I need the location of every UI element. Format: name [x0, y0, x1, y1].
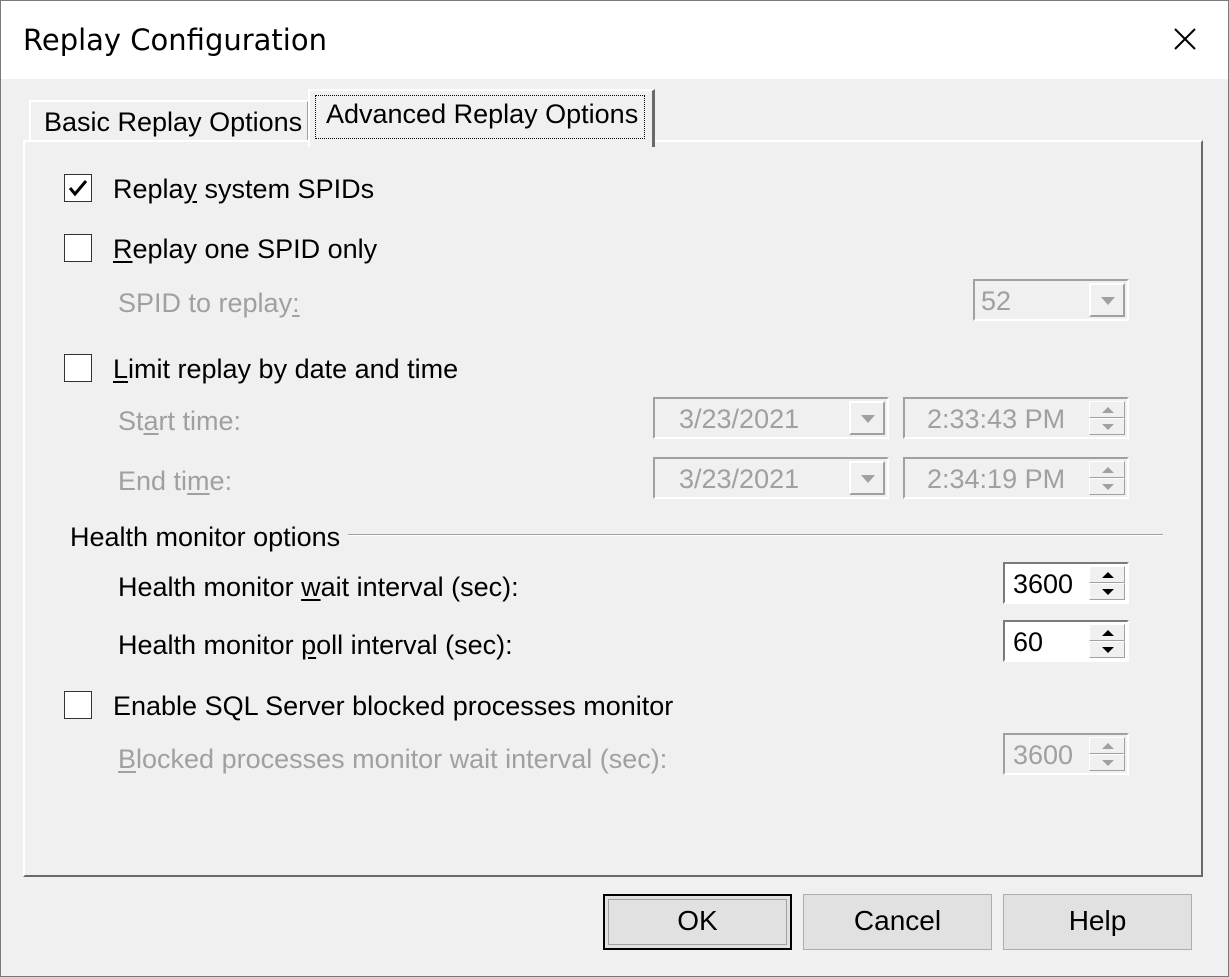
chevron-down-icon: [861, 415, 875, 423]
dropdown-button[interactable]: [849, 461, 885, 495]
arrow-down-icon: [1102, 589, 1114, 595]
replay-system-spids-label[interactable]: Replay system SPIDs: [113, 174, 374, 205]
health-monitor-wait-spinner[interactable]: 3600: [1003, 562, 1129, 604]
spin-down-button[interactable]: [1089, 478, 1125, 495]
close-icon: [1174, 28, 1196, 50]
arrow-up-icon: [1102, 572, 1114, 578]
dropdown-button[interactable]: [849, 401, 885, 435]
arrow-up-icon: [1102, 467, 1114, 473]
arrow-up-icon: [1102, 630, 1114, 636]
arrow-down-icon: [1102, 760, 1114, 766]
arrow-up-icon: [1102, 743, 1114, 749]
group-separator: [348, 534, 1163, 536]
spinner-buttons[interactable]: [1089, 737, 1125, 771]
replay-one-spid-checkbox[interactable]: [64, 234, 92, 262]
health-monitor-poll-label: Health monitor poll interval (sec):: [118, 630, 513, 660]
replay-system-spids-checkbox[interactable]: [64, 174, 92, 202]
tab-advanced-replay-options[interactable]: Advanced Replay Options: [308, 89, 655, 147]
blocked-processes-monitor-checkbox[interactable]: [64, 691, 92, 719]
blocked-processes-wait-spinner[interactable]: 3600: [1003, 733, 1129, 775]
limit-by-date-label[interactable]: Limit replay by date and time: [113, 354, 458, 385]
arrow-up-icon: [1102, 407, 1114, 413]
arrow-down-icon: [1102, 424, 1114, 430]
start-date-picker[interactable]: 3/23/2021: [653, 397, 889, 439]
limit-by-date-checkbox[interactable]: [64, 354, 92, 382]
end-time-label: End time:: [118, 466, 233, 496]
end-time-spinner[interactable]: 2:34:19 PM: [903, 457, 1129, 499]
spin-up-button[interactable]: [1089, 624, 1125, 641]
tab-basic-replay-options[interactable]: Basic Replay Options: [29, 100, 309, 144]
blocked-processes-wait-label: Blocked processes monitor wait interval …: [118, 744, 668, 774]
spinner-buttons[interactable]: [1089, 624, 1125, 658]
cancel-button[interactable]: Cancel: [803, 894, 992, 950]
ok-button[interactable]: OK: [603, 894, 792, 950]
spin-up-button[interactable]: [1089, 737, 1125, 754]
replay-configuration-dialog: Replay Configuration Basic Replay Option…: [0, 0, 1229, 977]
spin-up-button[interactable]: [1089, 566, 1125, 583]
start-time-label: Start time:: [118, 406, 242, 436]
spin-down-button[interactable]: [1089, 583, 1125, 600]
arrow-down-icon: [1102, 484, 1114, 490]
spid-to-replay-label: SPID to replay:: [118, 288, 300, 318]
tab-label: Advanced Replay Options: [326, 99, 639, 129]
help-button[interactable]: Help: [1003, 894, 1192, 950]
health-monitor-wait-label: Health monitor wait interval (sec):: [118, 572, 519, 602]
chevron-down-icon: [1101, 297, 1115, 305]
spin-down-button[interactable]: [1089, 754, 1125, 771]
end-date-picker[interactable]: 3/23/2021: [653, 457, 889, 499]
spin-down-button[interactable]: [1089, 641, 1125, 658]
window-title: Replay Configuration: [23, 23, 327, 57]
time-spinner-buttons[interactable]: [1089, 401, 1125, 435]
title-bar: Replay Configuration: [1, 1, 1228, 79]
replay-one-spid-label[interactable]: Replay one SPID only: [113, 234, 377, 265]
start-time-spinner[interactable]: 2:33:43 PM: [903, 397, 1129, 439]
dropdown-button[interactable]: [1089, 283, 1125, 317]
tab-label: Basic Replay Options: [44, 107, 303, 137]
spinner-buttons[interactable]: [1089, 566, 1125, 600]
time-spinner-buttons[interactable]: [1089, 461, 1125, 495]
spin-up-button[interactable]: [1089, 461, 1125, 478]
spid-to-replay-combo[interactable]: 52: [973, 279, 1129, 321]
health-monitor-group-label: Health monitor options: [70, 522, 341, 552]
health-monitor-poll-spinner[interactable]: 60: [1003, 620, 1129, 662]
checkmark-icon: [68, 180, 88, 197]
spin-up-button[interactable]: [1089, 401, 1125, 418]
close-button[interactable]: [1142, 1, 1228, 79]
arrow-down-icon: [1102, 647, 1114, 653]
chevron-down-icon: [861, 475, 875, 483]
blocked-processes-monitor-label[interactable]: Enable SQL Server blocked processes moni…: [113, 691, 673, 722]
spin-down-button[interactable]: [1089, 418, 1125, 435]
